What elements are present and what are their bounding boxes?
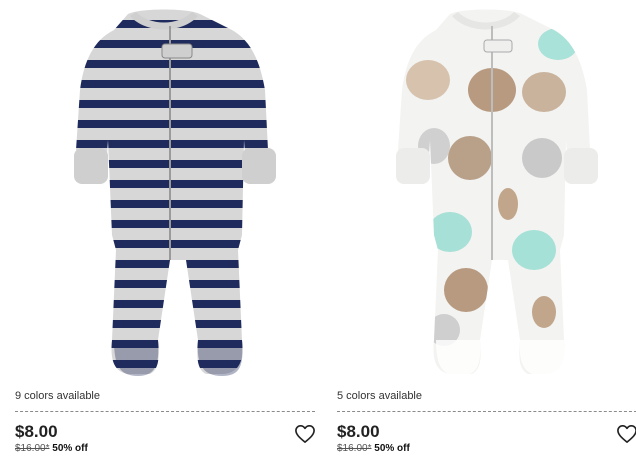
divider (337, 411, 636, 412)
product-image[interactable] (332, 0, 636, 382)
product-card[interactable]: 5 colors available $8.00 $16.00* 50% off (332, 0, 636, 461)
colors-available: 9 colors available (15, 390, 100, 402)
favorite-heart-icon[interactable] (616, 424, 636, 444)
product-card[interactable]: 9 colors available $8.00 $16.00* 50% off (10, 0, 316, 461)
divider (15, 411, 315, 412)
product-image[interactable] (10, 0, 316, 382)
sale-price: $8.00 (337, 422, 380, 441)
original-price: $16.00* (337, 443, 372, 454)
price-details: $16.00* 50% off (337, 443, 410, 454)
favorite-heart-icon[interactable] (294, 424, 316, 444)
colors-available: 5 colors available (337, 390, 422, 402)
original-price: $16.00* (15, 443, 50, 454)
sale-price: $8.00 (15, 422, 58, 441)
discount-label: 50% off (374, 443, 410, 454)
discount-label: 50% off (52, 443, 88, 454)
price-details: $16.00* 50% off (15, 443, 88, 454)
